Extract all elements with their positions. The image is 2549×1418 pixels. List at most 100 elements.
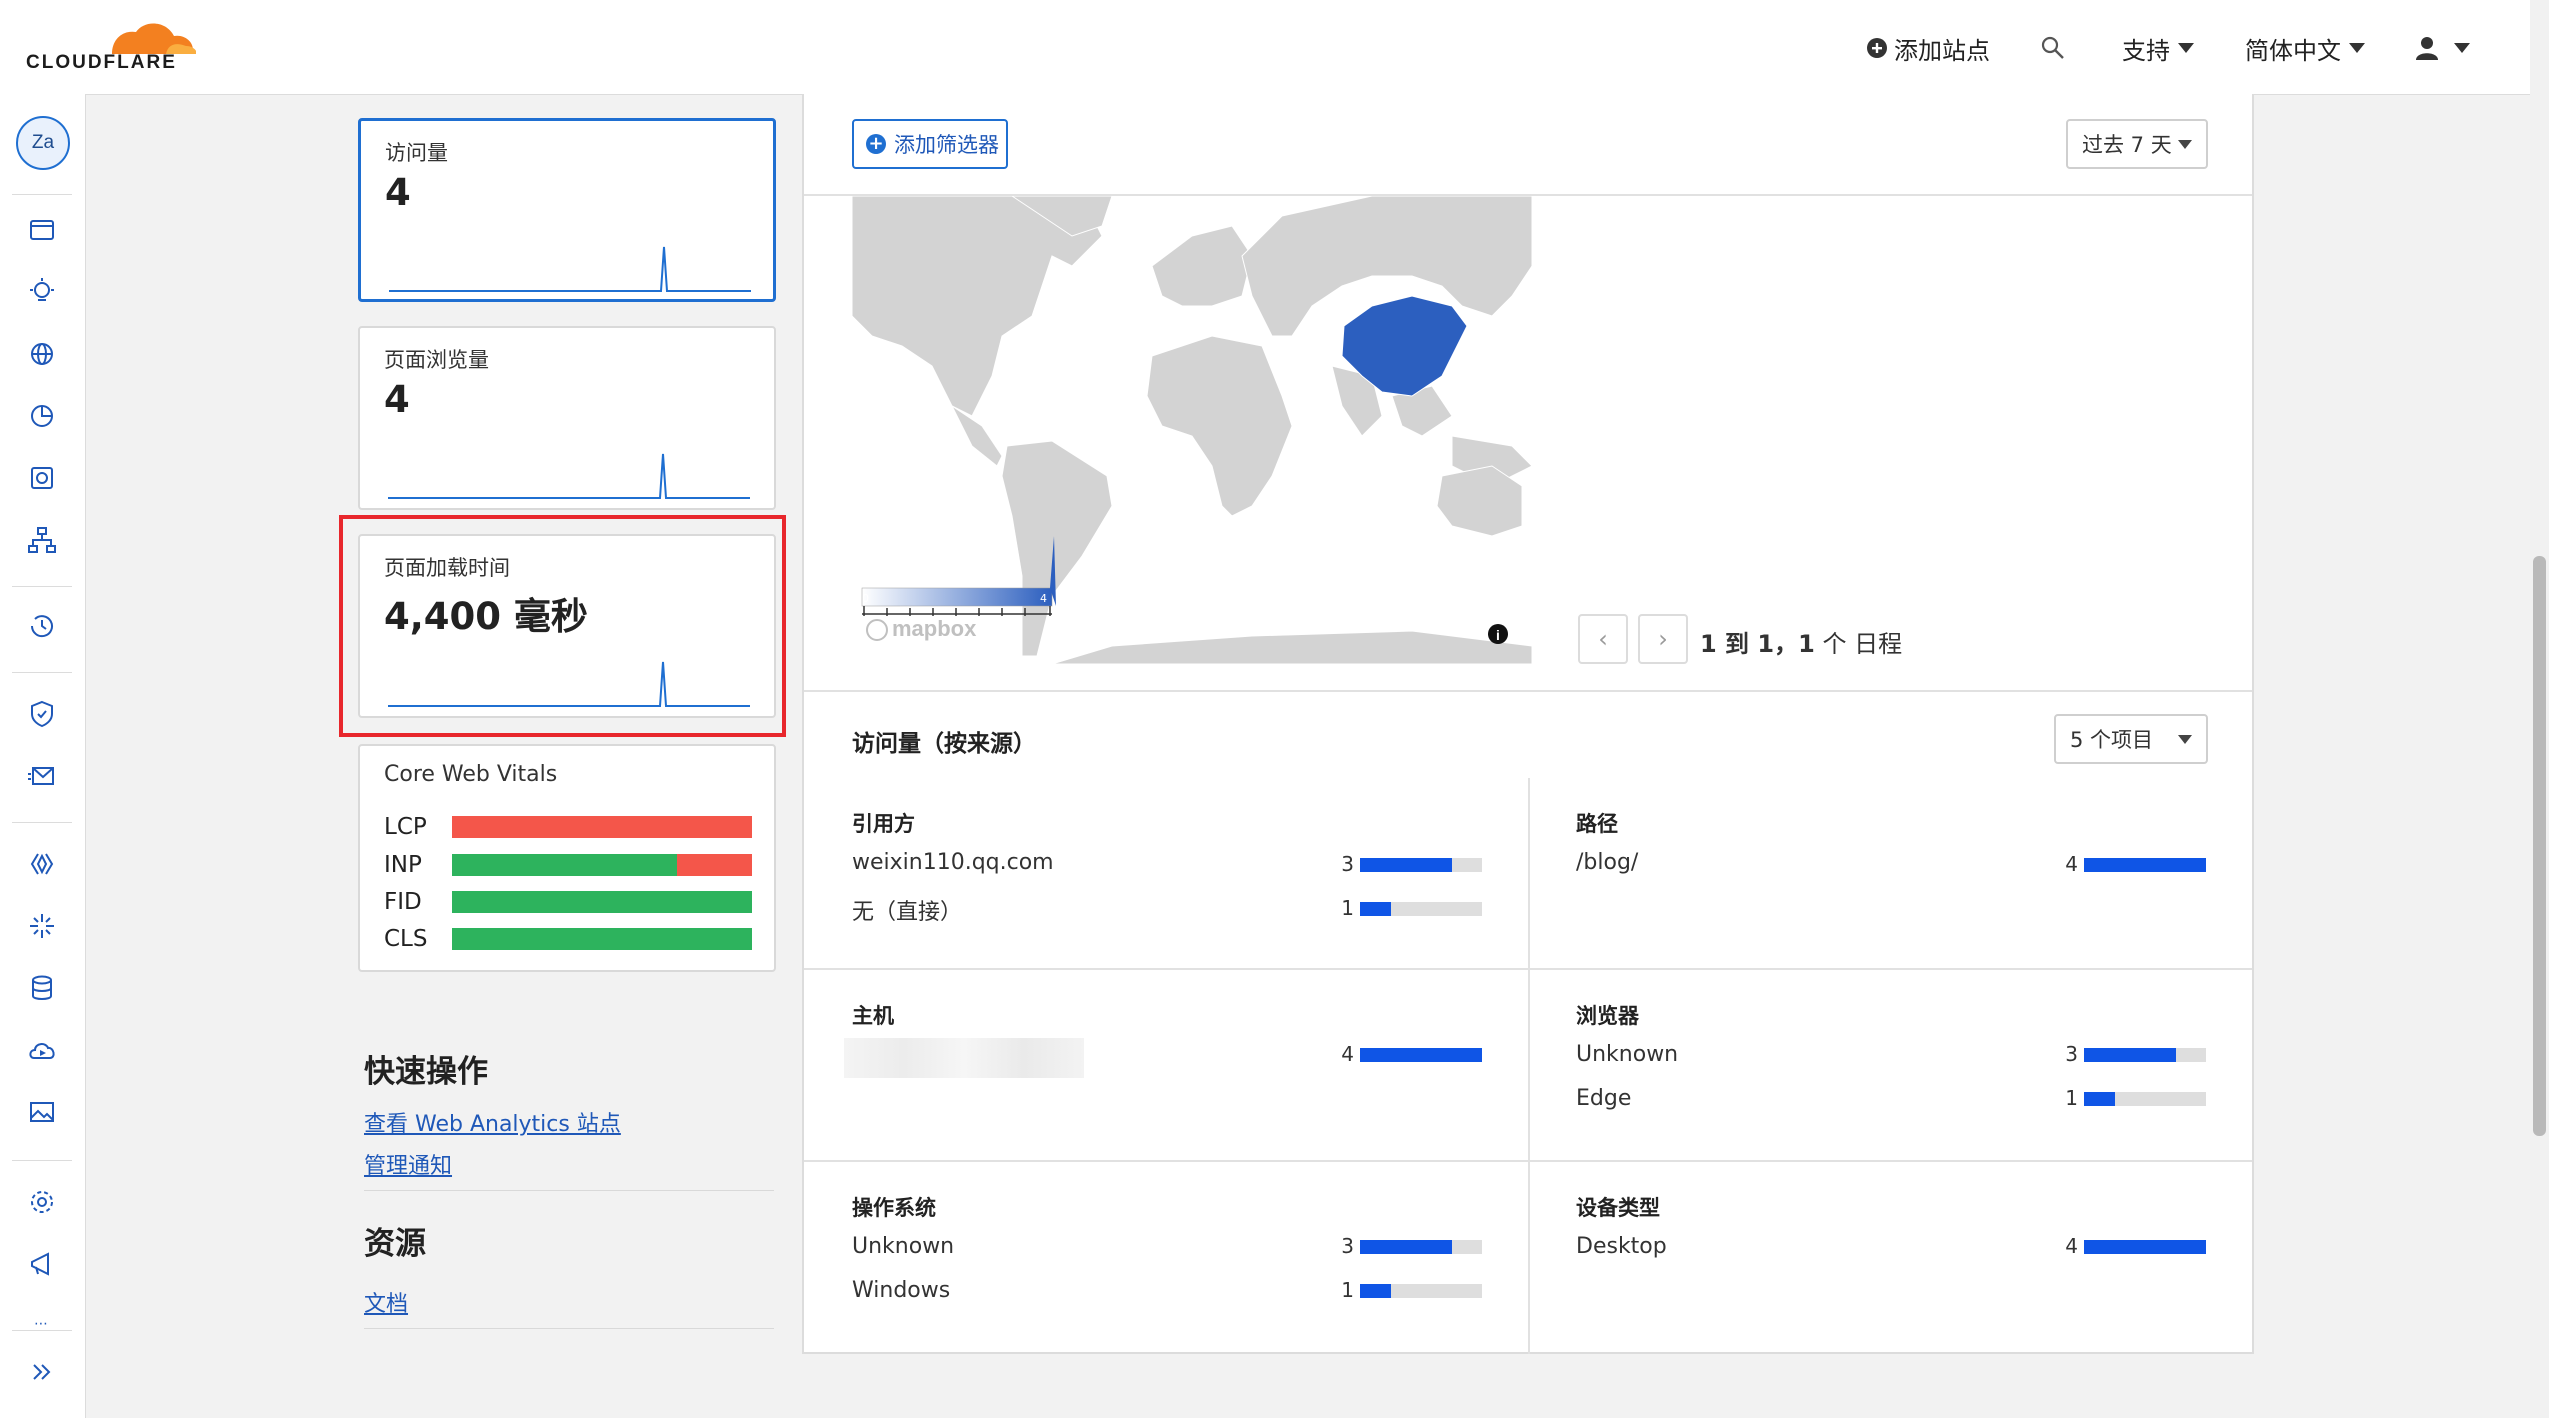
path-row-label[interactable]: /blog/	[1576, 850, 1638, 875]
os-row-label[interactable]: Windows	[852, 1278, 950, 1303]
add-site-button[interactable]: 添加站点	[1866, 28, 1990, 68]
manage-notifications-link[interactable]: 管理通知	[364, 1148, 452, 1180]
left-sidebar: Za ⋯	[0, 94, 86, 1418]
images-icon[interactable]	[26, 1096, 58, 1128]
stream-cloud-icon[interactable]	[26, 1034, 58, 1066]
mapbox-label: mapbox	[892, 616, 977, 641]
core-web-vitals-card[interactable]: Core Web Vitals LCP INP FID CLS	[358, 744, 776, 972]
support-menu[interactable]: 支持	[2122, 28, 2194, 68]
os-row-label[interactable]: Unknown	[852, 1234, 954, 1259]
visits-sparkline	[389, 246, 751, 292]
announcement-icon[interactable]	[26, 1248, 58, 1280]
add-filter-button[interactable]: + 添加筛选器	[852, 119, 1008, 169]
referrer-row-label[interactable]: weixin110.qq.com	[852, 850, 1054, 875]
language-menu[interactable]: 简体中文	[2245, 28, 2365, 68]
highlight-box	[339, 515, 786, 737]
referrer-row-label[interactable]: 无（直接）	[852, 894, 962, 926]
cwv-bar	[452, 854, 752, 876]
sidebar-divider	[12, 1330, 72, 1331]
quick-actions-title: 快速操作	[364, 1054, 488, 1090]
chevron-down-icon	[2349, 43, 2365, 53]
docs-link[interactable]: 文档	[364, 1286, 408, 1318]
device-row-bar	[2084, 1240, 2206, 1254]
chevron-right-icon: ›	[1658, 625, 1668, 653]
column-divider	[1528, 778, 1530, 1354]
account-avatar[interactable]: Za	[16, 116, 70, 170]
os-row-value: 1	[1341, 1278, 1354, 1302]
pageviews-card[interactable]: 页面浏览量 4	[358, 326, 776, 510]
user-menu[interactable]	[2414, 28, 2470, 68]
panel-divider	[804, 690, 2252, 692]
history-icon[interactable]	[26, 610, 58, 642]
lightbulb-icon[interactable]	[26, 276, 58, 308]
legend-max: 4	[1040, 592, 1047, 605]
date-range-label: 过去 7 天	[2082, 133, 2172, 157]
websites-icon[interactable]	[26, 214, 58, 246]
host-redacted	[844, 1038, 1084, 1078]
cwv-poor-segment	[452, 816, 752, 838]
add-site-label: 添加站点	[1894, 36, 1990, 65]
os-row-bar	[1360, 1240, 1482, 1254]
row-divider	[804, 1160, 2252, 1162]
mapbox-attribution: mapbox	[866, 616, 976, 642]
cwv-row-lcp: LCP	[384, 814, 752, 840]
referrer-row-bar	[1360, 858, 1482, 872]
sidebar-divider	[12, 586, 72, 587]
prev-page-button[interactable]: ‹	[1578, 614, 1628, 664]
chevron-down-icon	[2454, 43, 2470, 53]
page-scrollbar-thumb[interactable]	[2533, 556, 2546, 1136]
cwv-row-cls: CLS	[384, 926, 752, 952]
zero-trust-icon[interactable]	[26, 698, 58, 730]
cwv-title: Core Web Vitals	[384, 762, 558, 787]
chevron-down-icon	[2178, 43, 2194, 53]
browser-row-value: 3	[2065, 1042, 2078, 1066]
sidebar-divider	[12, 822, 72, 823]
view-web-analytics-link[interactable]: 查看 Web Analytics 站点	[364, 1106, 621, 1138]
analytics-pie-icon[interactable]	[26, 400, 58, 432]
pager-from: 1	[1700, 630, 1717, 658]
network-icon[interactable]	[26, 524, 58, 556]
browser-row-label[interactable]: Unknown	[1576, 1042, 1678, 1067]
browser-row-bar	[2084, 1092, 2206, 1106]
pager-comma: ，	[1774, 630, 1799, 658]
row-divider	[804, 968, 2252, 970]
plus-icon: +	[866, 134, 886, 154]
ai-sparkle-icon[interactable]	[26, 910, 58, 942]
storage-database-icon[interactable]	[26, 972, 58, 1004]
search-button[interactable]	[2040, 28, 2066, 68]
date-range-select[interactable]: 过去 7 天	[2066, 119, 2208, 169]
items-count-label: 5 个项目	[2070, 728, 2154, 752]
settings-gear-icon[interactable]	[26, 1186, 58, 1218]
os-row-bar	[1360, 1284, 1482, 1298]
workers-icon[interactable]	[26, 848, 58, 880]
world-map[interactable]: i 0 4 mapbox	[852, 196, 1532, 664]
expand-sidebar-icon[interactable]	[26, 1356, 58, 1388]
sidebar-divider	[12, 1160, 72, 1161]
next-page-button[interactable]: ›	[1638, 614, 1688, 664]
globe-icon[interactable]	[26, 338, 58, 370]
cwv-bar	[452, 891, 752, 913]
visits-card[interactable]: 访问量 4	[358, 118, 776, 302]
device-row-value: 4	[2065, 1234, 2078, 1258]
section-divider	[364, 1190, 774, 1191]
browser-row-bar	[2084, 1048, 2206, 1062]
card-value: 4	[384, 378, 410, 421]
items-count-select[interactable]: 5 个项目	[2054, 714, 2208, 764]
cwv-metric-name: CLS	[384, 926, 428, 952]
section-divider	[364, 1328, 774, 1329]
referrer-row-value: 1	[1341, 896, 1354, 920]
device-row-label[interactable]: Desktop	[1576, 1234, 1667, 1259]
chevron-down-icon	[2178, 139, 2192, 149]
os-row-value: 3	[1341, 1234, 1354, 1258]
legend-min: 0	[862, 592, 869, 605]
browser-row-label[interactable]: Edge	[1576, 1086, 1631, 1111]
path-title: 路径	[1576, 812, 1618, 836]
brand-name: CLOUDFLARE	[26, 52, 177, 73]
security-center-icon[interactable]	[26, 462, 58, 494]
add-filter-label: 添加筛选器	[894, 133, 999, 157]
email-icon[interactable]	[26, 760, 58, 792]
pageviews-sparkline	[388, 453, 750, 499]
host-title: 主机	[852, 1004, 894, 1028]
legend-gradient	[861, 587, 1053, 607]
add-circle-icon	[1867, 38, 1887, 58]
